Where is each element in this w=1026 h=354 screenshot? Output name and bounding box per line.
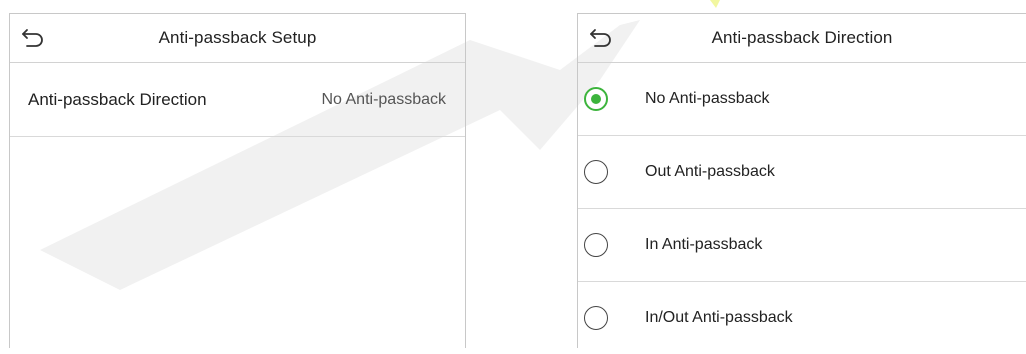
option-in-anti-passback[interactable]: In Anti-passback bbox=[578, 209, 1026, 282]
setting-value: No Anti-passback bbox=[321, 90, 446, 108]
setting-label: Anti-passback Direction bbox=[28, 89, 207, 109]
setting-row-anti-passback-direction[interactable]: Anti-passback Direction No Anti-passback bbox=[10, 63, 465, 137]
radio-checked-icon[interactable] bbox=[584, 87, 608, 111]
anti-passback-direction-screen: Anti-passback Direction No Anti-passback… bbox=[577, 13, 1026, 348]
screen-header: Anti-passback Direction bbox=[578, 14, 1026, 63]
option-no-anti-passback[interactable]: No Anti-passback bbox=[578, 63, 1026, 136]
back-arrow-icon bbox=[590, 29, 611, 47]
option-label: In/Out Anti-passback bbox=[645, 309, 793, 326]
screen-header: Anti-passback Setup bbox=[10, 14, 465, 63]
back-arrow-icon bbox=[22, 29, 43, 47]
option-label: In Anti-passback bbox=[645, 236, 763, 253]
option-out-anti-passback[interactable]: Out Anti-passback bbox=[578, 136, 1026, 209]
anti-passback-setup-screen: Anti-passback Setup Anti-passback Direct… bbox=[9, 13, 466, 348]
option-label: No Anti-passback bbox=[645, 90, 770, 107]
radio-unchecked-icon[interactable] bbox=[584, 160, 608, 184]
option-label: Out Anti-passback bbox=[645, 163, 775, 180]
radio-unchecked-icon[interactable] bbox=[584, 233, 608, 257]
back-button[interactable] bbox=[586, 23, 616, 53]
option-in-out-anti-passback[interactable]: In/Out Anti-passback bbox=[578, 282, 1026, 354]
page-title: Anti-passback Direction bbox=[711, 28, 893, 47]
back-button[interactable] bbox=[18, 23, 48, 53]
page-title: Anti-passback Setup bbox=[158, 28, 317, 47]
radio-unchecked-icon[interactable] bbox=[584, 306, 608, 330]
